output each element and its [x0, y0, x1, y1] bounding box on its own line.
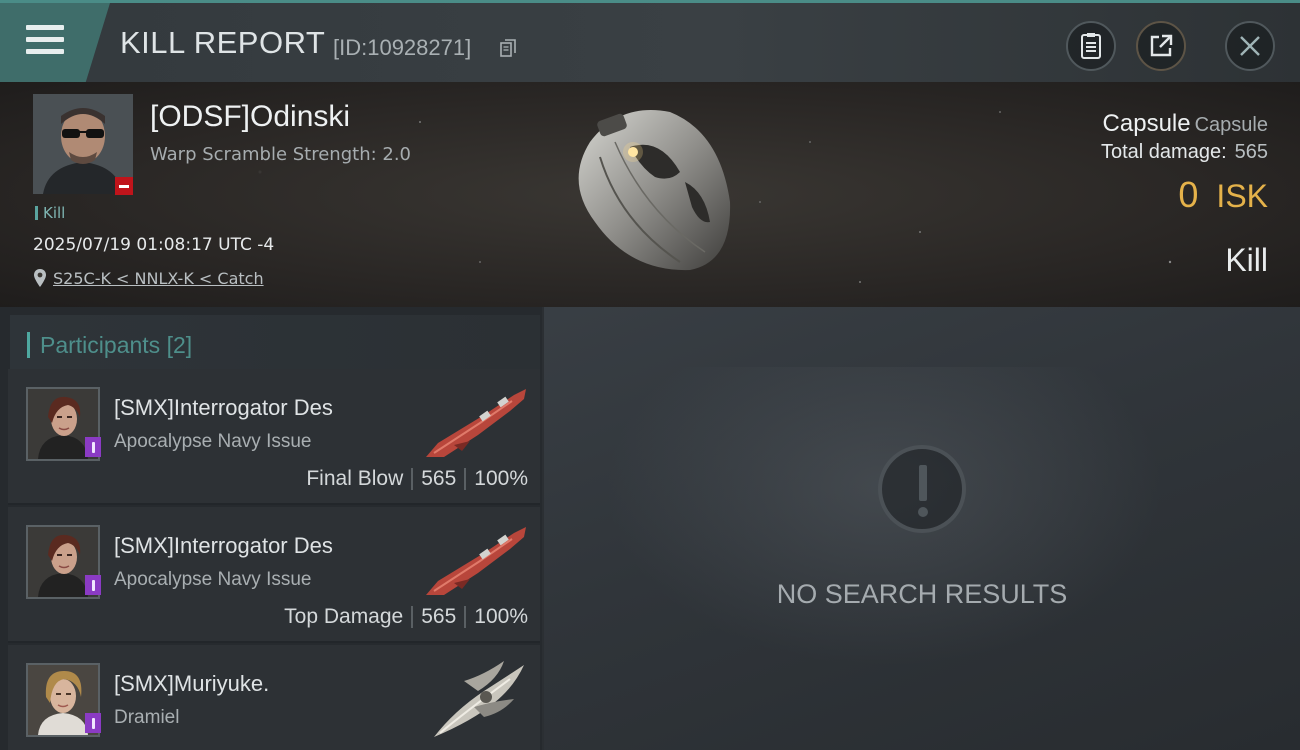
apocalypse-navy-issue-ship-image [426, 527, 526, 595]
close-icon [1240, 36, 1260, 56]
participant-ship: Apocalypse Navy Issue [114, 431, 312, 452]
close-button[interactable] [1225, 21, 1275, 71]
dramiel-ship-image [434, 661, 524, 737]
clipboard-icon [1081, 33, 1101, 59]
location-link[interactable]: S25C-K < NNLX-K < Catch [53, 269, 264, 288]
total-damage: Total damage: 565 [1101, 141, 1268, 164]
participants-panel: Participants [2] [SMX]Interrogator Des A… [0, 307, 542, 750]
menu-button[interactable] [0, 3, 110, 82]
victim-panel: Kill 2025/07/19 01:08:17 UTC -4 S25C-K <… [0, 82, 1300, 307]
search-results-panel: NO SEARCH RESULTS [544, 307, 1300, 750]
copy-icon[interactable] [500, 39, 516, 57]
participants-count: [2] [166, 332, 193, 358]
participant-damage: 565 [421, 605, 457, 628]
faction-badge-icon [85, 575, 101, 595]
participant-damage: 565 [421, 467, 457, 490]
total-damage-value: 565 [1234, 141, 1268, 163]
participant-damage-percent: 100% [474, 467, 528, 490]
capsule-ship-image [578, 110, 731, 271]
location-pin-icon [34, 269, 46, 287]
location-row[interactable]: S25C-K < NNLX-K < Catch [33, 267, 264, 289]
participant-row[interactable]: [SMX]Muriyuke. Dramiel [8, 645, 540, 750]
share-button[interactable] [1136, 21, 1186, 71]
hostile-status-icon [115, 177, 133, 195]
participants-title-text: Participants [40, 332, 161, 358]
victim-name[interactable]: [ODSF]Odinski [150, 100, 350, 134]
participant-damage-percent: 100% [474, 605, 528, 628]
participant-ship: Apocalypse Navy Issue [114, 569, 312, 590]
share-icon [1150, 34, 1173, 57]
kill-datetime: 2025/07/19 01:08:17 UTC -4 [33, 235, 275, 255]
participant-ship: Dramiel [114, 707, 180, 728]
participants-header: Participants [2] [10, 315, 540, 373]
victim-ship[interactable]: Capsule Capsule [1103, 110, 1268, 138]
faction-badge-icon [85, 437, 101, 457]
isk-value: 0 [1178, 174, 1199, 215]
divider [464, 606, 467, 628]
isk-unit: ISK [1216, 178, 1268, 214]
participants-title: Participants [2] [40, 332, 192, 359]
divider [411, 606, 414, 628]
empty-state-text: NO SEARCH RESULTS [776, 579, 1068, 609]
participant-stats: Top Damage 565 100% [284, 605, 528, 629]
faction-badge-icon [85, 713, 101, 733]
page-title: KILL REPORT [120, 25, 326, 60]
kill-tag: Kill [35, 206, 65, 221]
menu-icon [26, 25, 64, 57]
header-accent-bar [27, 332, 30, 358]
participant-stats: Final Blow 565 100% [306, 467, 528, 491]
warp-scramble-strength: Warp Scramble Strength: 2.0 [150, 144, 412, 165]
divider [464, 468, 467, 490]
participant-row[interactable]: [SMX]Interrogator Des Apocalypse Navy Is… [8, 507, 540, 643]
report-id: [ID:10928271] [333, 35, 472, 60]
ship-class: Capsule [1194, 114, 1268, 136]
title-bar: KILL REPORT [ID:10928271] [0, 0, 1300, 82]
participant-name[interactable]: [SMX]Muriyuke. [114, 671, 269, 697]
total-damage-label: Total damage: [1100, 141, 1227, 163]
kill-report-window: KILL REPORT [ID:10928271] Kill 2025/07/1… [0, 0, 1300, 750]
ship-name: Capsule [1102, 110, 1191, 137]
kill-type-label: Kill [1225, 242, 1268, 278]
background-texture [604, 367, 1164, 667]
exclamation-icon [878, 445, 966, 533]
participant-role: Final Blow [306, 467, 404, 490]
divider [411, 468, 414, 490]
participant-row[interactable]: [SMX]Interrogator Des Apocalypse Navy Is… [8, 369, 540, 505]
clipboard-button[interactable] [1066, 21, 1116, 71]
participant-name[interactable]: [SMX]Interrogator Des [114, 533, 333, 559]
apocalypse-navy-issue-ship-image [426, 389, 526, 457]
isk-loss: 0 ISK [1178, 174, 1268, 216]
participant-name[interactable]: [SMX]Interrogator Des [114, 395, 333, 421]
participant-role: Top Damage [284, 605, 404, 628]
